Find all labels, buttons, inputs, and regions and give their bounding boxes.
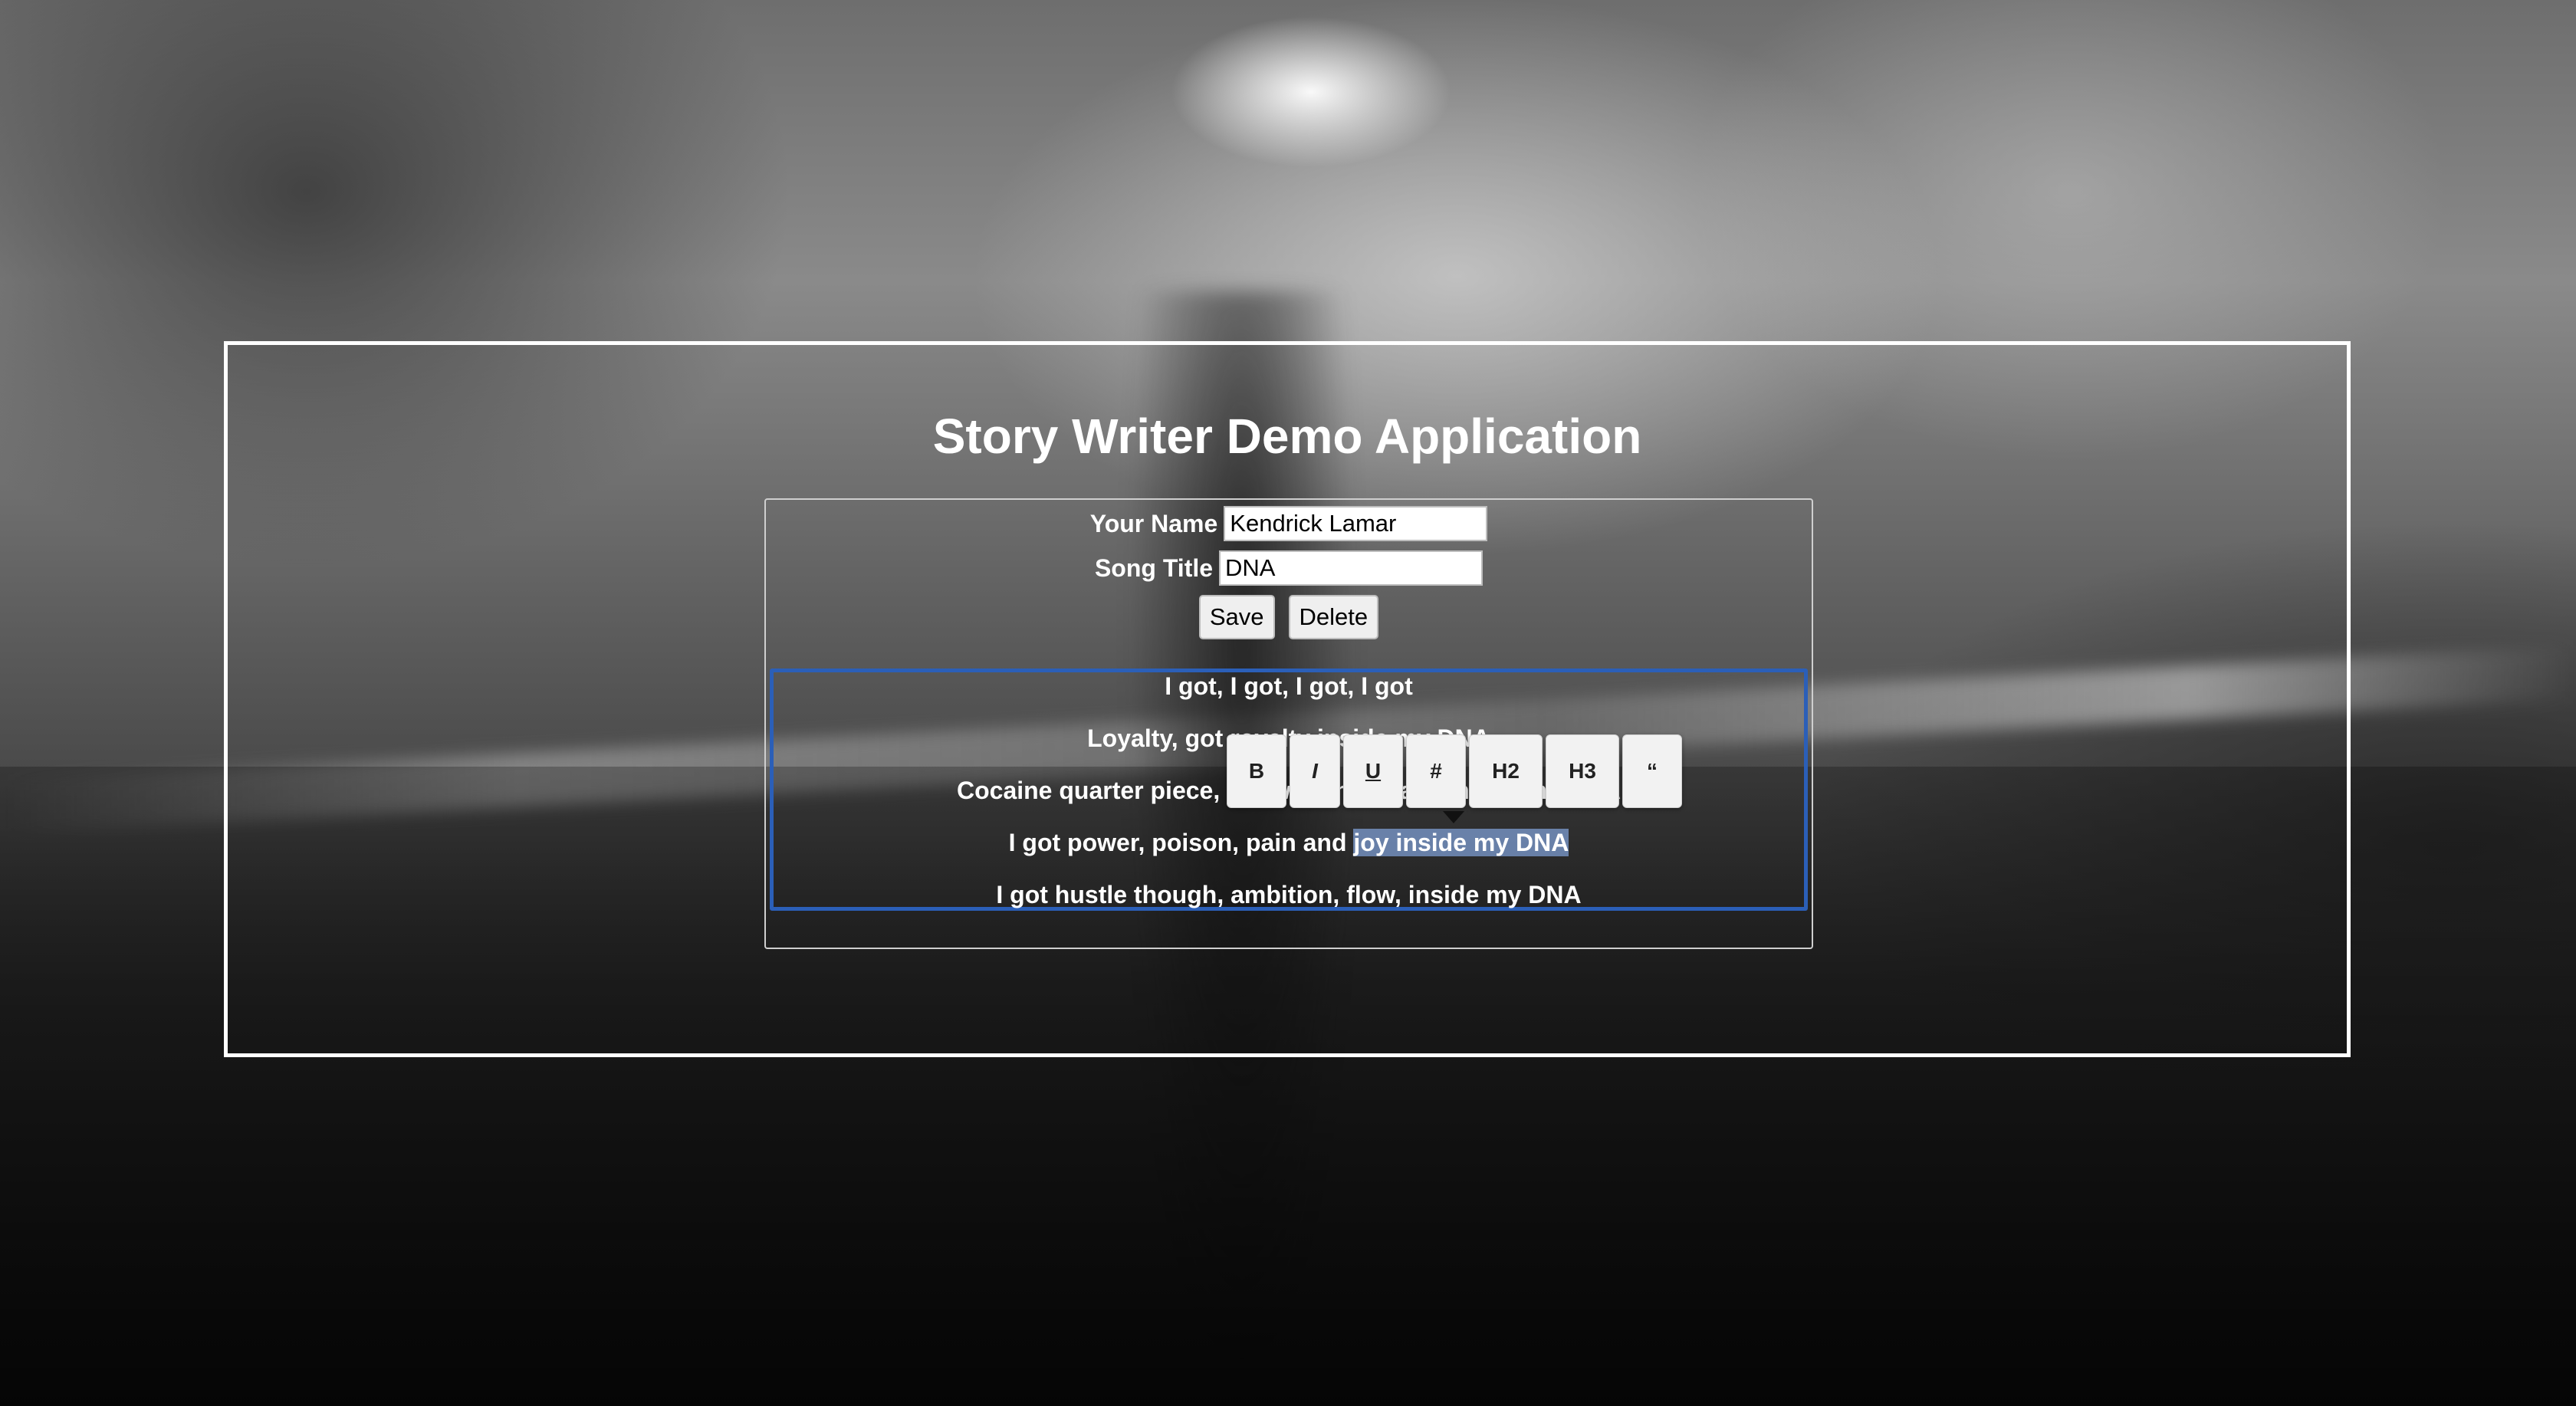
lyric-line: I got, I got, I got, I got [1165,672,1413,700]
bold-icon[interactable]: B [1227,734,1286,808]
action-row: Save Delete [766,595,1812,639]
title-row: Song Title [766,550,1812,586]
story-form-panel: Your Name Song Title Save Delete I got, … [764,498,1813,949]
app-frame: Story Writer Demo Application Your Name … [224,341,2351,1057]
save-button[interactable]: Save [1198,595,1275,639]
page-title: Story Writer Demo Application [932,409,1642,464]
delete-button[interactable]: Delete [1288,595,1379,639]
lyric-text: I got power, poison, pain and [1008,829,1354,856]
quote-icon[interactable]: “ [1622,734,1682,808]
selected-text: joy inside my DNA [1353,829,1569,856]
title-label: Song Title [1094,554,1214,582]
italic-icon[interactable]: I [1290,734,1340,808]
name-label: Your Name [1089,509,1218,537]
h1-icon[interactable]: # [1406,734,1466,808]
song-title-input[interactable] [1219,550,1484,586]
lyric-line: I got hustle though, ambition, flow, ins… [996,881,1582,908]
h2-icon[interactable]: H2 [1469,734,1543,808]
lyric-line: I got power, poison, pain and joy inside… [774,829,1804,857]
underline-icon[interactable]: U [1343,734,1403,808]
format-toolbar: B I U # H2 H3 “ [1227,734,1682,808]
h3-icon[interactable]: H3 [1546,734,1619,808]
name-row: Your Name [766,506,1812,541]
toolbar-pointer [1443,811,1464,823]
name-input[interactable] [1224,506,1488,541]
